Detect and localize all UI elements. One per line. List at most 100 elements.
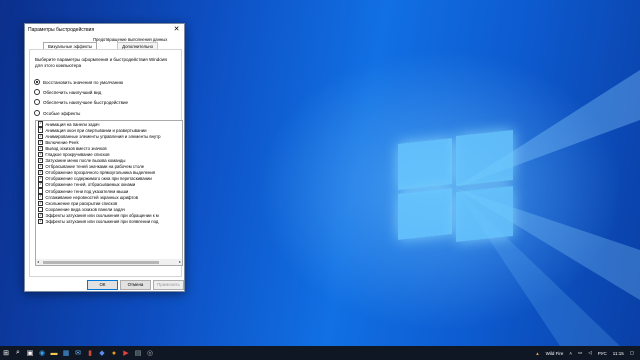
effects-list[interactable]: ✓ Анимация на панели задач ✓ Анимация окон … (35, 120, 183, 266)
radio-best-appearance[interactable]: Обеспечить наилучший вид (34, 89, 101, 95)
horizontal-scrollbar[interactable]: ◂ ▸ (36, 259, 182, 265)
radio-button-icon[interactable] (34, 110, 40, 116)
media-icon-glyph: ▶ (123, 350, 129, 357)
store-icon-glyph: ▦ (62, 350, 70, 357)
radio-label: Особые эффекты (43, 110, 81, 116)
chrome-icon[interactable]: ● (108, 346, 120, 360)
ok-button[interactable]: ОК (87, 280, 118, 290)
edge-icon-glyph: ◉ (38, 350, 46, 357)
radio-custom[interactable]: Особые эффекты (34, 110, 80, 116)
taskbar: ⊞ ⌕ ▣ ◉ ▬ ▦ ✉ ▮ ◆ ● ▶ ▤ ◎ ▲ Wild Fire ˄ ▭ ◁ РУС 11:1… (0, 346, 640, 360)
checkbox-checked-icon[interactable]: ✓ (38, 164, 44, 170)
camera-icon-glyph: ◎ (146, 350, 154, 357)
effect-label: Отображение прозрачного прямоугольника в… (45, 170, 156, 176)
visual-effects-panel: Выберите параметры оформления и быстроде… (29, 49, 183, 277)
radio-best-performance[interactable]: Обеспечить наилучшее быстродействие (34, 99, 128, 105)
checkbox-checked-icon[interactable]: ✓ (38, 157, 44, 164)
effect-item[interactable]: ✓ Эффекты затухания или скольжения при по… (36, 218, 182, 225)
checkbox-checked-icon[interactable]: ✓ (38, 176, 44, 182)
checkbox-icon[interactable] (38, 206, 44, 213)
effect-label: Сохранение вида эскизов панели задач (45, 206, 125, 212)
effect-label: Отбрасывание теней значками на рабочем с… (45, 164, 145, 170)
search-icon[interactable]: ⌕ (12, 346, 24, 360)
checkbox-checked-icon[interactable]: ✓ (38, 145, 44, 152)
system-tray: ▲ Wild Fire ˄ ▭ ◁ РУС 11:15 ▢ (535, 346, 640, 360)
effect-label: Отображение содержимого окна при перетас… (45, 176, 152, 182)
effect-label: Включение Peek (45, 139, 79, 145)
radio-button-icon[interactable] (34, 79, 40, 85)
clock[interactable]: 11:15 (613, 351, 624, 356)
scroll-right-icon[interactable]: ▸ (179, 259, 181, 265)
checkbox-checked-icon[interactable]: ✓ (38, 151, 44, 158)
volume-icon[interactable]: ◁ (588, 350, 591, 356)
radio-button-icon[interactable] (34, 89, 40, 95)
mail-icon[interactable]: ✉ (72, 346, 84, 360)
notification-icon[interactable]: ▢ (630, 350, 634, 356)
language-indicator[interactable]: РУС (598, 351, 607, 356)
performance-options-dialog: Параметры быстродействия ✕ Предотвращени… (24, 23, 185, 292)
checkbox-checked-icon[interactable]: ✓ (38, 218, 44, 225)
radio-label: Обеспечить наилучший вид (43, 89, 102, 95)
app-icon[interactable]: ▮ (84, 346, 96, 360)
effect-label: Отображение теней, отбрасываемых окнами (45, 182, 136, 188)
checkbox-icon[interactable] (38, 188, 44, 194)
effect-label: Анимация на панели задач (45, 121, 100, 127)
effect-label: Затухание меню после вызова команды (45, 158, 126, 164)
task-view-icon-glyph: ▣ (26, 350, 34, 357)
effects-items: ✓ Анимация на панели задач ✓ Анимация окон … (36, 121, 182, 225)
close-icon[interactable]: ✕ (172, 26, 181, 33)
checkbox-checked-icon[interactable]: ✓ (38, 139, 44, 146)
effect-label: Анимация окон при свертывании и разверты… (45, 127, 147, 133)
dialog-buttons: ОК Отмена Применить (25, 280, 184, 290)
cancel-button[interactable]: Отмена (120, 280, 151, 290)
radio-label: Восстановить значения по умолчанию (43, 79, 124, 85)
checkbox-checked-icon[interactable]: ✓ (38, 182, 44, 188)
effect-label: Эффекты затухания или скольжения при обр… (45, 212, 159, 218)
scrollbar-thumb[interactable] (43, 260, 159, 264)
windows-logo (398, 130, 513, 243)
radio-button-icon[interactable] (34, 99, 40, 105)
dialog-titlebar[interactable]: Параметры быстродействия ✕ (25, 24, 184, 35)
app-icon-glyph: ▮ (88, 350, 92, 357)
apply-button[interactable]: Применить (153, 280, 184, 290)
checkbox-checked-icon[interactable]: ✓ (38, 133, 44, 139)
search-icon-glyph: ⌕ (16, 349, 20, 356)
photos-icon-glyph: ◆ (99, 350, 105, 357)
effect-label: Скольжение при раскрытии списков (45, 200, 118, 206)
dialog-title: Параметры быстродействия (28, 26, 95, 33)
photos-icon[interactable]: ◆ (96, 346, 108, 360)
wild-fire-icon[interactable]: ▲ (535, 351, 539, 356)
checkbox-checked-icon[interactable]: ✓ (38, 200, 44, 206)
scroll-left-icon[interactable]: ◂ (37, 259, 39, 265)
checkbox-checked-icon[interactable]: ✓ (38, 170, 44, 176)
network-icon[interactable]: ▭ (578, 350, 582, 356)
checkbox-checked-icon[interactable]: ✓ (38, 194, 44, 200)
effect-label: Эффекты затухания или скольжения при поя… (45, 219, 159, 225)
chevron-up-icon[interactable]: ˄ (569, 351, 572, 356)
store-icon[interactable]: ▦ (60, 346, 72, 360)
tray-app-label[interactable]: Wild Fire (546, 351, 564, 356)
start-icon[interactable]: ⊞ (0, 346, 12, 360)
explorer-icon-glyph: ▬ (50, 349, 58, 357)
effect-item[interactable]: ✓ Анимированные элементы управления и эле… (36, 133, 182, 139)
effect-label: Отображение тени под указателем мыши (45, 188, 129, 194)
checkbox-checked-icon[interactable]: ✓ (38, 212, 44, 219)
explorer-icon[interactable]: ▬ (48, 346, 60, 360)
taskbar-icons: ⊞ ⌕ ▣ ◉ ▬ ▦ ✉ ▮ ◆ ● ▶ ▤ ◎ (0, 346, 156, 360)
description-text: Выберите параметры оформления и быстроде… (35, 57, 168, 68)
tab-row: Визуальные эффекты Дополнительно (43, 42, 179, 50)
edge-icon[interactable]: ◉ (36, 346, 48, 360)
camera-icon[interactable]: ◎ (144, 346, 156, 360)
terminal-icon[interactable]: ▤ (132, 346, 144, 360)
media-icon[interactable]: ▶ (120, 346, 132, 360)
radio-label: Обеспечить наилучшее быстродействие (43, 99, 129, 105)
effect-label: Вывод эскизов вместо значков (45, 145, 107, 151)
checkbox-checked-icon[interactable]: ✓ (38, 127, 44, 133)
radio-restore-defaults[interactable]: Восстановить значения по умолчанию (34, 79, 123, 85)
effect-label: Гладкое прокручивание списков (45, 152, 110, 158)
chrome-icon-glyph: ● (111, 349, 117, 357)
mail-icon-glyph: ✉ (75, 350, 81, 357)
checkbox-checked-icon[interactable]: ✓ (38, 121, 44, 127)
effect-label: Анимированные элементы управления и элем… (45, 133, 161, 139)
task-view-icon[interactable]: ▣ (24, 346, 36, 360)
